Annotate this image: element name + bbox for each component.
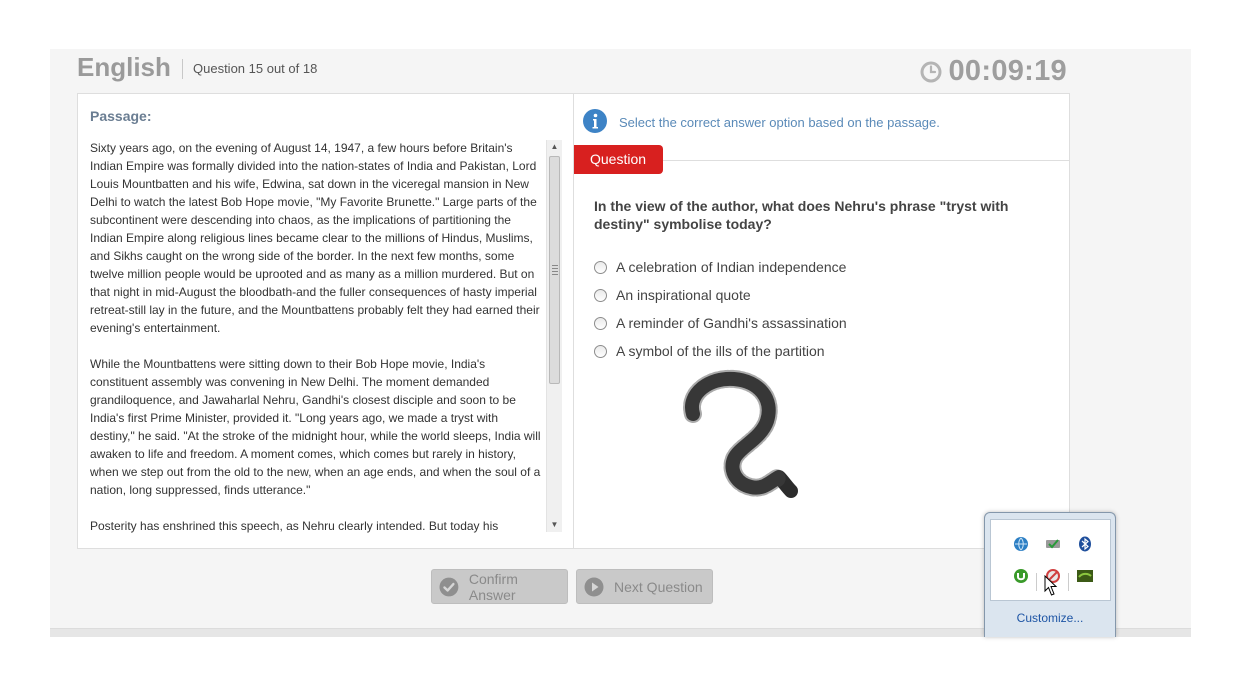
- tray-separator: [1068, 573, 1069, 591]
- scroll-down-arrow-icon[interactable]: ▼: [547, 518, 562, 532]
- timer-display: 00:09:19: [948, 55, 1067, 87]
- radio-button[interactable]: [594, 316, 607, 330]
- mouse-cursor-icon: [1044, 575, 1058, 596]
- next-question-button[interactable]: Next Question: [576, 569, 713, 604]
- confirm-answer-label: Confirm Answer: [468, 570, 518, 603]
- header-divider: [182, 59, 183, 79]
- confirm-answer-button[interactable]: Confirm Answer: [431, 569, 568, 604]
- passage-scrollbar[interactable]: ▲ ▼: [546, 140, 562, 532]
- answer-option[interactable]: A reminder of Gandhi's assassination: [594, 309, 847, 337]
- next-question-label: Next Question: [614, 578, 703, 595]
- answer-options: A celebration of Indian independence An …: [594, 253, 847, 365]
- question-text: In the view of the author, what does Neh…: [594, 198, 1009, 232]
- network-globe-icon[interactable]: [1013, 536, 1029, 552]
- security-shield-icon[interactable]: [1045, 536, 1061, 552]
- answer-option-label[interactable]: A celebration of Indian independence: [616, 259, 846, 275]
- question-counter: Question 15 out of 18: [193, 61, 318, 76]
- passage-label: Passage:: [90, 108, 152, 124]
- answer-option[interactable]: A symbol of the ills of the partition: [594, 337, 847, 365]
- passage-text-area[interactable]: Sixty years ago, on the evening of Augus…: [90, 139, 545, 534]
- radio-button[interactable]: [594, 288, 607, 302]
- scrollbar-grip-icon: [552, 265, 558, 275]
- answer-option-label[interactable]: An inspirational quote: [616, 287, 751, 303]
- passage-paragraph: While the Mountbattens were sitting down…: [90, 357, 541, 497]
- answer-option[interactable]: A celebration of Indian independence: [594, 253, 847, 281]
- passage-paragraph: Sixty years ago, on the evening of Augus…: [90, 141, 540, 335]
- handwritten-scribble: [683, 369, 798, 498]
- subject-title: English: [77, 52, 171, 82]
- scroll-up-arrow-icon[interactable]: ▲: [547, 140, 562, 154]
- question-pane: Select the correct answer option based o…: [574, 94, 1069, 548]
- passage-pane: Passage: Sixty years ago, on the evening…: [78, 94, 574, 548]
- question-tab: Question: [574, 145, 663, 174]
- scrollbar-thumb[interactable]: [549, 156, 560, 384]
- main-panel: Passage: Sixty years ago, on the evening…: [77, 93, 1070, 549]
- check-icon: [439, 577, 459, 596]
- utorrent-icon[interactable]: [1013, 568, 1029, 584]
- answer-option-label[interactable]: A symbol of the ills of the partition: [616, 343, 825, 359]
- info-icon: [583, 109, 607, 133]
- answer-option-label[interactable]: A reminder of Gandhi's assassination: [616, 315, 847, 331]
- passage-paragraph: Posterity has enshrined this speech, as …: [90, 519, 499, 533]
- tray-separator: [1036, 573, 1037, 591]
- instruction-text: Select the correct answer option based o…: [619, 115, 940, 130]
- radio-button[interactable]: [594, 260, 607, 274]
- clock-icon: [920, 61, 941, 82]
- radio-button[interactable]: [594, 344, 607, 358]
- nvidia-icon[interactable]: [1077, 568, 1093, 584]
- bluetooth-icon[interactable]: [1077, 536, 1093, 552]
- play-icon: [584, 577, 604, 596]
- customize-link[interactable]: Customize...: [985, 611, 1115, 625]
- answer-option[interactable]: An inspirational quote: [594, 281, 847, 309]
- timer-block: 00:09:19: [919, 55, 1068, 88]
